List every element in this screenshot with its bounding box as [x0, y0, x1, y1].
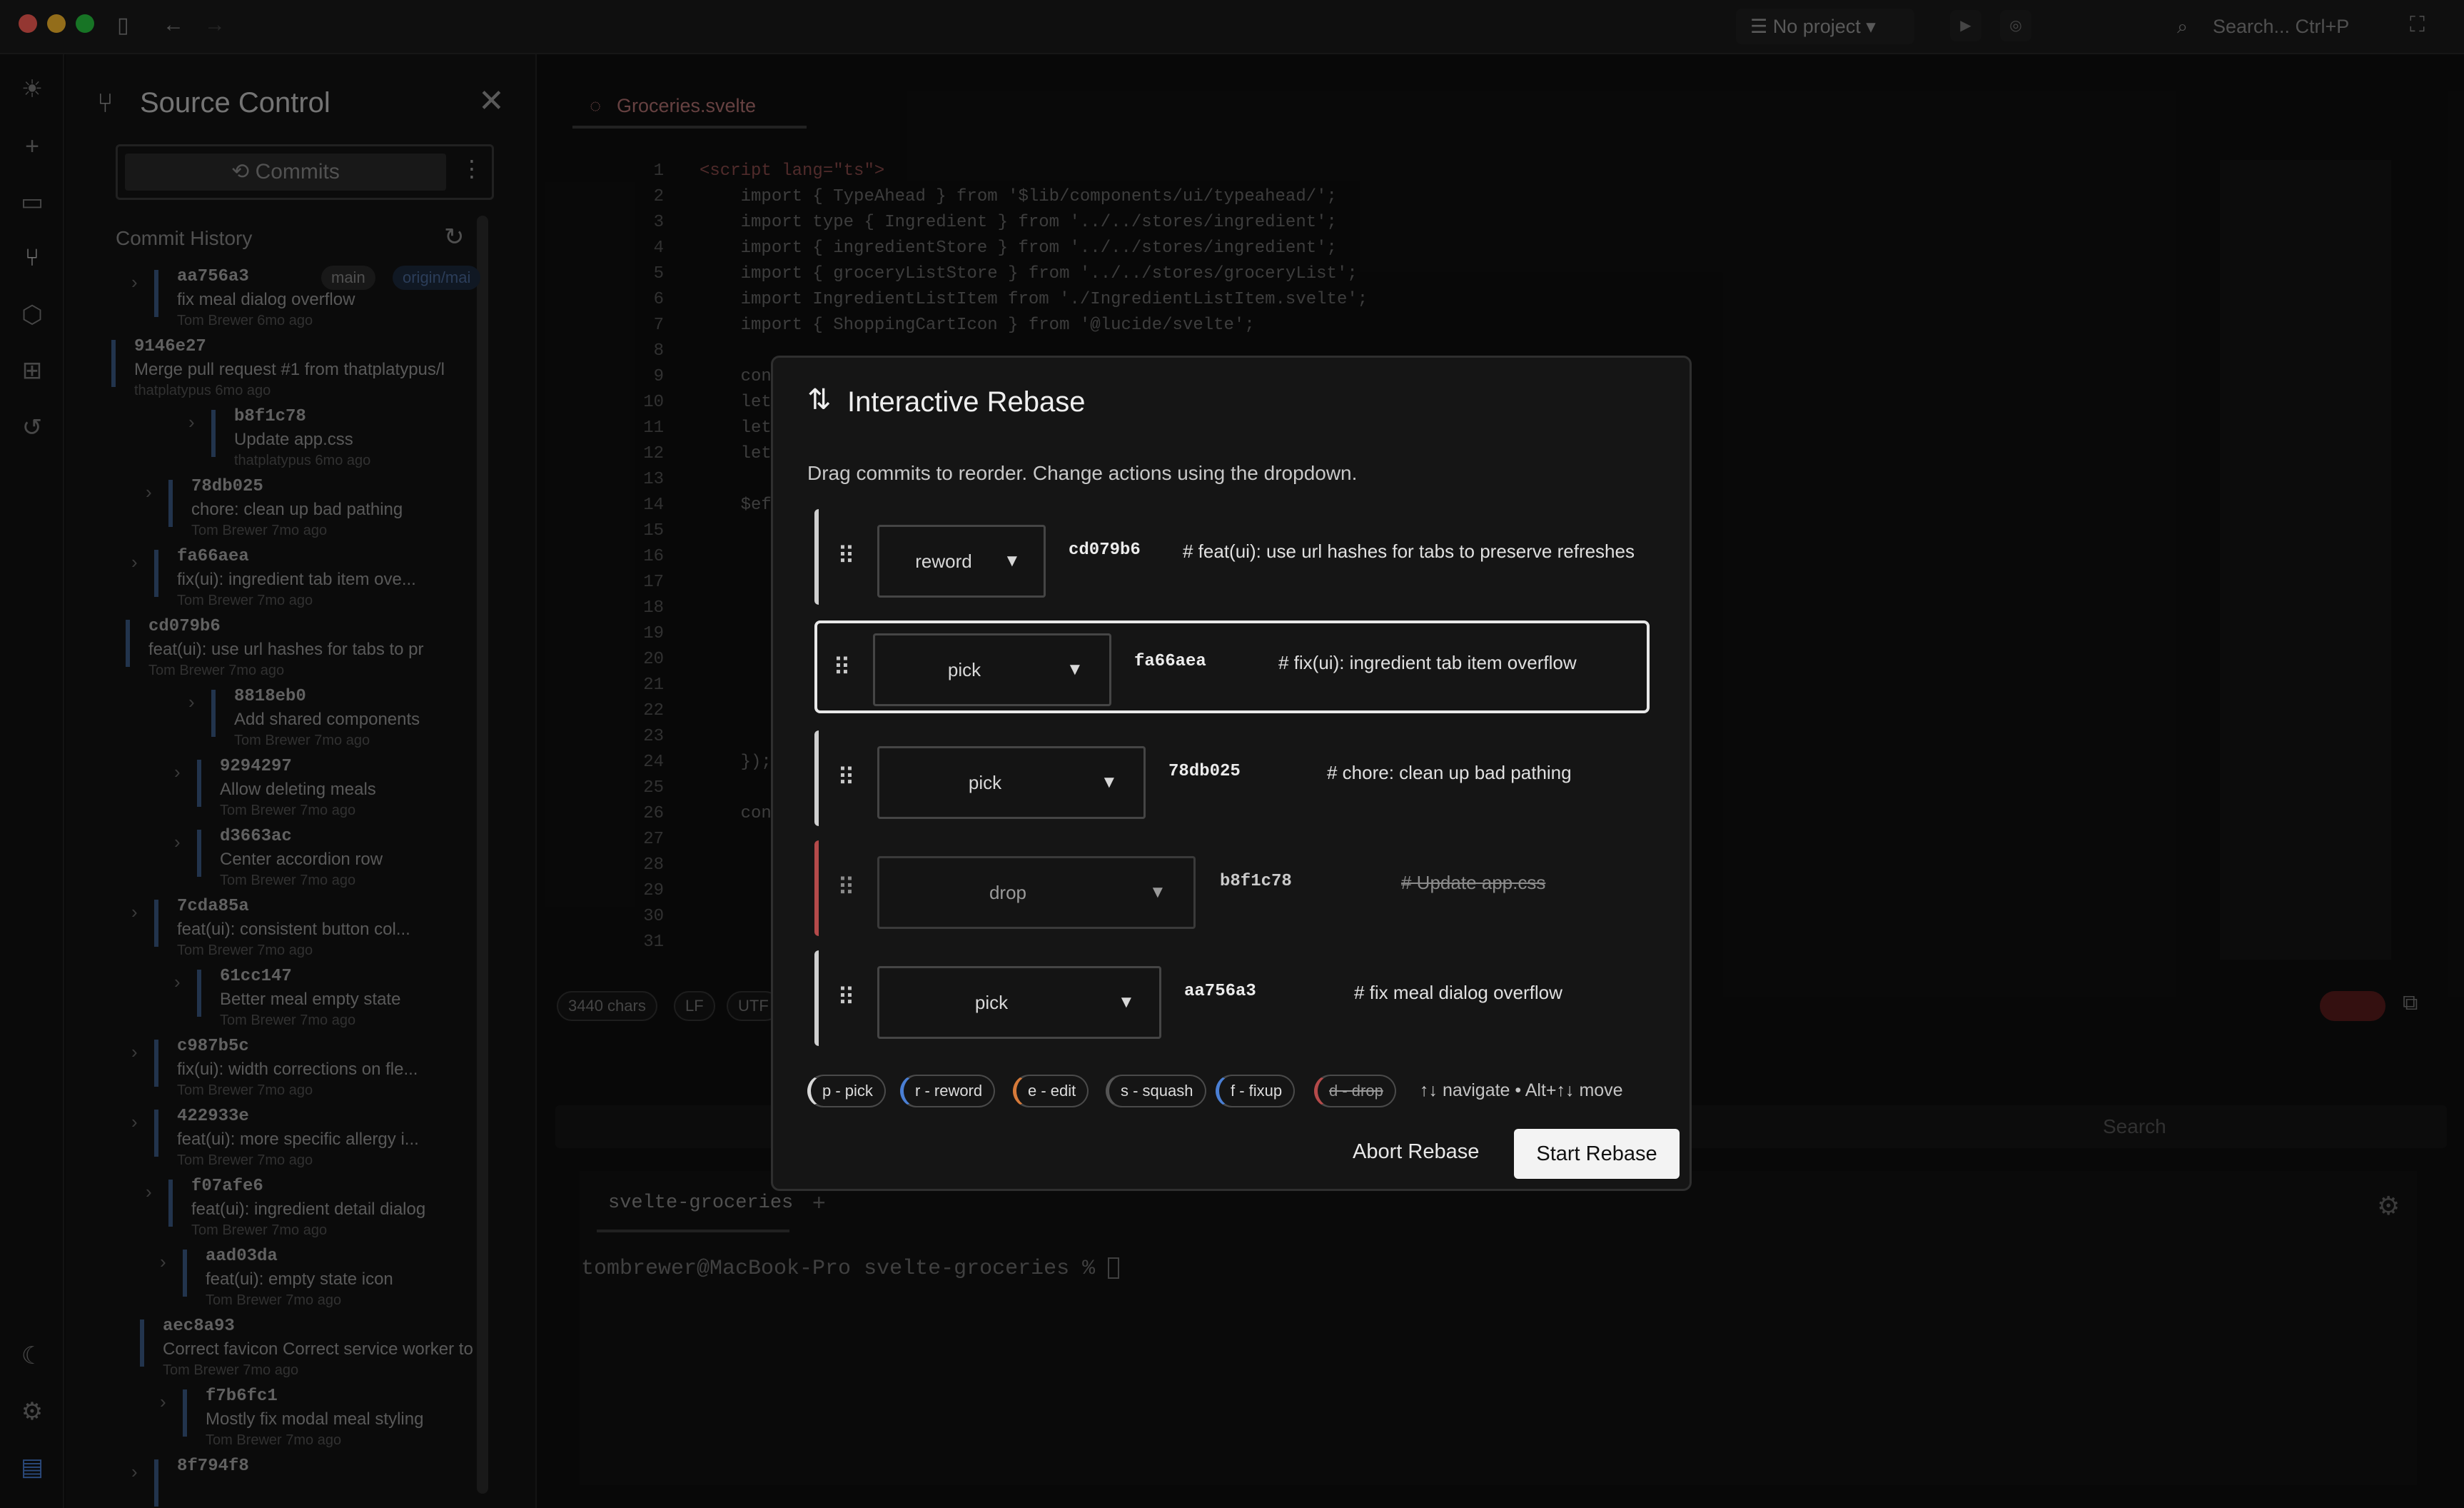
commit-hash: cd079b6 — [1069, 541, 1141, 560]
shortcut-pick: p - pick — [807, 1075, 886, 1107]
chevron-down-icon: ▼ — [1004, 551, 1021, 570]
commit-hash: b8f1c78 — [1220, 872, 1292, 891]
shortcut-reword: r - reword — [900, 1075, 996, 1107]
rebase-row-drop[interactable]: ⠿ drop ▼ b8f1c78 # Update app.css — [814, 840, 1652, 936]
drag-handle-icon[interactable]: ⠿ — [837, 542, 855, 570]
action-dropdown-value: drop — [989, 882, 1027, 903]
start-rebase-button[interactable]: Start Rebase — [1514, 1129, 1680, 1179]
dialog-description: Drag commits to reorder. Change actions … — [807, 462, 1358, 484]
rebase-row[interactable]: ⠿ pick ▼ aa756a3 # fix meal dialog overf… — [814, 950, 1652, 1046]
interactive-rebase-dialog: ⇅ Interactive Rebase Drag commits to reo… — [771, 356, 1692, 1191]
action-dropdown[interactable]: pick ▼ — [877, 746, 1146, 819]
dialog-title: Interactive Rebase — [847, 386, 1086, 418]
action-dropdown-value: pick — [947, 659, 981, 680]
rebase-row[interactable]: ⠿ pick ▼ 78db025 # chore: clean up bad p… — [814, 730, 1652, 826]
shortcut-edit: e - edit — [1013, 1075, 1089, 1107]
commit-hash: 78db025 — [1168, 762, 1241, 781]
rebase-arrows-icon: ⇅ — [807, 384, 832, 416]
action-dropdown[interactable]: pick ▼ — [877, 966, 1161, 1039]
chevron-down-icon: ▼ — [1101, 773, 1118, 792]
drag-handle-icon[interactable]: ⠿ — [837, 763, 855, 792]
action-dropdown-value: pick — [974, 992, 1009, 1013]
action-dropdown-value: pick — [968, 772, 1002, 793]
commit-hash: aa756a3 — [1184, 982, 1256, 1001]
keyboard-hint: ↑↓ navigate • Alt+↑↓ move — [1420, 1080, 1623, 1100]
drag-handle-icon[interactable]: ⠿ — [837, 983, 855, 1012]
shortcut-drop: d - drop — [1314, 1075, 1396, 1107]
commit-message: # feat(ui): use url hashes for tabs to p… — [1183, 541, 1635, 562]
rebase-row[interactable]: ⠿ reword ▼ cd079b6 # feat(ui): use url h… — [814, 509, 1652, 605]
action-dropdown-value: reword — [915, 551, 972, 572]
action-dropdown[interactable]: drop ▼ — [877, 856, 1196, 929]
drag-handle-icon[interactable]: ⠿ — [837, 873, 855, 902]
action-dropdown[interactable]: reword ▼ — [877, 525, 1046, 598]
commit-message: # fix meal dialog overflow — [1354, 982, 1562, 1003]
commit-message: # chore: clean up bad pathing — [1327, 762, 1572, 783]
abort-rebase-button[interactable]: Abort Rebase — [1353, 1140, 1479, 1164]
commit-message: # fix(ui): ingredient tab item overflow — [1278, 652, 1577, 673]
chevron-down-icon: ▼ — [1066, 660, 1084, 679]
action-dropdown[interactable]: pick ▼ — [873, 633, 1111, 706]
rebase-row-selected[interactable]: ⠿ pick ▼ fa66aea # fix(ui): ingredient t… — [814, 620, 1650, 713]
chevron-down-icon: ▼ — [1118, 992, 1135, 1012]
commit-hash: fa66aea — [1134, 652, 1206, 671]
commit-message: # Update app.css — [1401, 872, 1546, 893]
shortcut-fixup: f - fixup — [1216, 1075, 1296, 1107]
shortcut-squash: s - squash — [1106, 1075, 1206, 1107]
drag-handle-icon[interactable]: ⠿ — [833, 653, 851, 682]
chevron-down-icon: ▼ — [1149, 883, 1166, 902]
